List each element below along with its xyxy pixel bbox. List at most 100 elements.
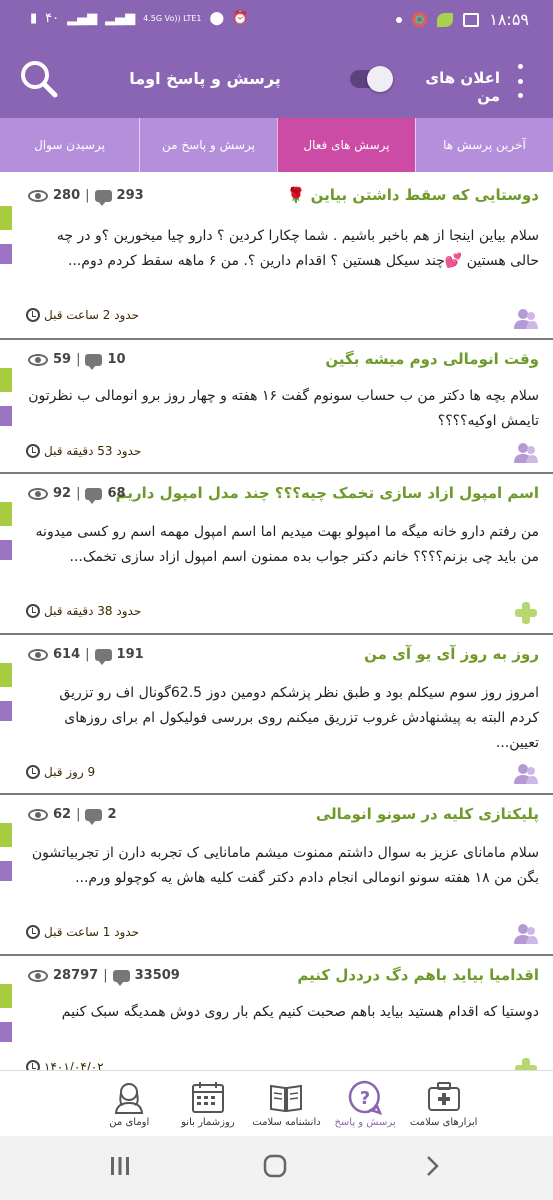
bottom-nav: ابزارهای سلامت ? پرسش و پاسخ دانشنامه سل… bbox=[0, 1070, 553, 1136]
accent-bar bbox=[0, 368, 12, 392]
comment-icon bbox=[94, 648, 112, 665]
eye-icon bbox=[28, 353, 48, 366]
user-icon bbox=[514, 924, 538, 944]
comments-count: 33509 bbox=[134, 968, 180, 983]
tab-ask-question[interactable]: پرسیدن سوال bbox=[0, 118, 139, 172]
accent-bar bbox=[0, 823, 12, 847]
question-card[interactable]: پلیکتازی کلیه در سونو انومالی 62 | 2 سلا… bbox=[0, 795, 553, 956]
home-icon[interactable] bbox=[263, 1154, 287, 1178]
question-card[interactable]: وقت انومالی دوم میشه بگین 59 | 10 سلام ب… bbox=[0, 340, 553, 474]
question-title[interactable]: روز به روز آی یو آی من bbox=[364, 645, 539, 663]
nav-calendar[interactable]: روزشمار بانو bbox=[169, 1071, 248, 1136]
question-list: دوستایی که سقط داشتن بیاین 🌹 280 | 293 س… bbox=[0, 172, 553, 1070]
app-bar: اعلان های من پرسش و پاسخ اوما bbox=[0, 42, 553, 118]
search-icon[interactable] bbox=[18, 58, 60, 100]
clock-icon bbox=[26, 925, 40, 939]
divider: | bbox=[76, 486, 81, 501]
tab-active-questions[interactable]: پرسش های فعال bbox=[277, 118, 415, 172]
question-card[interactable]: روز به روز آی یو آی من 614 | 191 امروز ر… bbox=[0, 635, 553, 795]
question-stats: 280 | 293 bbox=[28, 188, 144, 206]
comments-count: 10 bbox=[107, 352, 126, 367]
question-body: دوستیا که اقدام هستید بیاید باهم صحبت کن… bbox=[61, 1004, 539, 1020]
question-card[interactable]: اقدامیا بیاید باهم دگ درددل کنیم 28797 |… bbox=[0, 956, 553, 1070]
question-time: حدود 1 ساعت قبل bbox=[26, 925, 139, 939]
question-stats: 62 | 2 bbox=[28, 807, 117, 825]
tab-my-questions[interactable]: پرسش و پاسخ من bbox=[139, 118, 277, 172]
question-stats: 28797 | 33509 bbox=[28, 968, 180, 986]
divider: | bbox=[103, 968, 108, 983]
eye-icon bbox=[28, 189, 48, 202]
views-count: 614 bbox=[53, 647, 81, 662]
nav-label: روزشمار بانو bbox=[181, 1117, 235, 1128]
time-text: حدود 53 دقیقه قبل bbox=[44, 444, 142, 458]
notifications-toggle[interactable] bbox=[350, 66, 393, 92]
question-title[interactable]: اقدامیا بیاید باهم دگ درددل کنیم bbox=[297, 966, 539, 984]
views-count: 59 bbox=[53, 352, 72, 367]
clock-icon bbox=[26, 308, 40, 322]
nav-encyclopedia[interactable]: دانشنامه سلامت bbox=[247, 1071, 326, 1136]
comment-icon bbox=[85, 808, 103, 825]
nav-label: پرسش و پاسخ bbox=[334, 1117, 396, 1128]
question-title[interactable]: دوستایی که سقط داشتن بیاین 🌹 bbox=[287, 186, 539, 204]
accent-bar bbox=[0, 984, 12, 1008]
svg-text:?: ? bbox=[360, 1088, 370, 1109]
question-title[interactable]: پلیکتازی کلیه در سونو انومالی bbox=[316, 805, 539, 823]
status-bar: ▮ ۴۰ ▂▄▆ ▂▄▆ 4.5G Vo)) LTE1 ⬤ ⏰ ۱۸:۵۹ bbox=[0, 0, 553, 42]
comment-icon bbox=[85, 353, 103, 370]
nav-my-profile[interactable]: اومای من bbox=[90, 1071, 169, 1136]
battery-icon: ▮ bbox=[30, 11, 38, 26]
status-left-cluster: ۱۸:۵۹ bbox=[396, 10, 529, 29]
time-text: حدود 2 ساعت قبل bbox=[44, 308, 140, 322]
question-body: من رفتم دارو خانه میگه ما امپولو بهت مید… bbox=[35, 524, 539, 565]
user-icon bbox=[514, 764, 538, 784]
user-icon bbox=[514, 443, 538, 463]
clock-icon bbox=[26, 1060, 40, 1070]
eye-icon bbox=[28, 648, 48, 661]
plus-icon bbox=[515, 1058, 537, 1070]
eye-icon bbox=[28, 969, 48, 982]
divider: | bbox=[76, 807, 81, 822]
calendar-icon bbox=[191, 1082, 224, 1113]
comments-count: 68 bbox=[107, 486, 126, 501]
image-icon bbox=[463, 12, 480, 27]
nav-health-tools[interactable]: ابزارهای سلامت bbox=[404, 1071, 483, 1136]
more-vert-icon[interactable] bbox=[512, 64, 528, 98]
comments-count: 293 bbox=[116, 188, 144, 203]
question-card[interactable]: دوستایی که سقط داشتن بیاین 🌹 280 | 293 س… bbox=[0, 172, 553, 340]
clock-icon bbox=[26, 765, 40, 779]
accent-bar bbox=[0, 244, 12, 264]
views-count: 28797 bbox=[53, 968, 99, 983]
divider: | bbox=[85, 647, 90, 662]
battery-level: ۴۰ bbox=[45, 11, 60, 26]
recent-apps-icon[interactable] bbox=[108, 1154, 132, 1178]
system-nav-bar bbox=[0, 1136, 553, 1200]
question-stats: 59 | 10 bbox=[28, 352, 126, 370]
question-time: حدود 53 دقیقه قبل bbox=[26, 444, 141, 458]
tab-latest-questions[interactable]: آخرین پرسش ها bbox=[415, 118, 553, 172]
question-card[interactable]: اسم امپول ازاد سازی تخمک چیه؟؟؟ چند مدل … bbox=[0, 474, 553, 635]
back-icon[interactable] bbox=[420, 1154, 444, 1178]
views-count: 62 bbox=[53, 807, 72, 822]
toggle-knob bbox=[367, 66, 393, 92]
signal-icon-2: ▂▄▆ bbox=[105, 11, 136, 26]
comments-count: 2 bbox=[107, 807, 117, 822]
network-label: 4.5G Vo)) LTE1 bbox=[143, 14, 202, 23]
leaf-app-icon bbox=[437, 12, 454, 27]
clock-icon bbox=[26, 444, 40, 458]
tab-bar: آخرین پرسش ها پرسش های فعال پرسش و پاسخ … bbox=[0, 118, 553, 172]
page-title: پرسش و پاسخ اوما bbox=[129, 69, 281, 88]
accent-bar bbox=[0, 861, 12, 881]
alarm-icon: ⏰ bbox=[232, 11, 249, 26]
time-text: حدود 38 دقیقه قبل bbox=[44, 604, 142, 618]
accent-bar bbox=[0, 406, 12, 426]
nav-questions[interactable]: ? پرسش و پاسخ bbox=[326, 1071, 405, 1136]
plus-icon bbox=[515, 602, 537, 624]
question-stats: 92 | 68 bbox=[28, 486, 126, 504]
nav-label: دانشنامه سلامت bbox=[252, 1117, 321, 1128]
question-title[interactable]: وقت انومالی دوم میشه بگین bbox=[325, 350, 539, 368]
status-right-cluster: ▮ ۴۰ ▂▄▆ ▂▄▆ 4.5G Vo)) LTE1 ⬤ ⏰ bbox=[30, 11, 248, 26]
accent-bar bbox=[0, 206, 12, 230]
question-time: حدود 2 ساعت قبل bbox=[26, 308, 139, 322]
question-title[interactable]: اسم امپول ازاد سازی تخمک چیه؟؟؟ چند مدل … bbox=[116, 484, 539, 502]
clock-icon bbox=[26, 604, 40, 618]
